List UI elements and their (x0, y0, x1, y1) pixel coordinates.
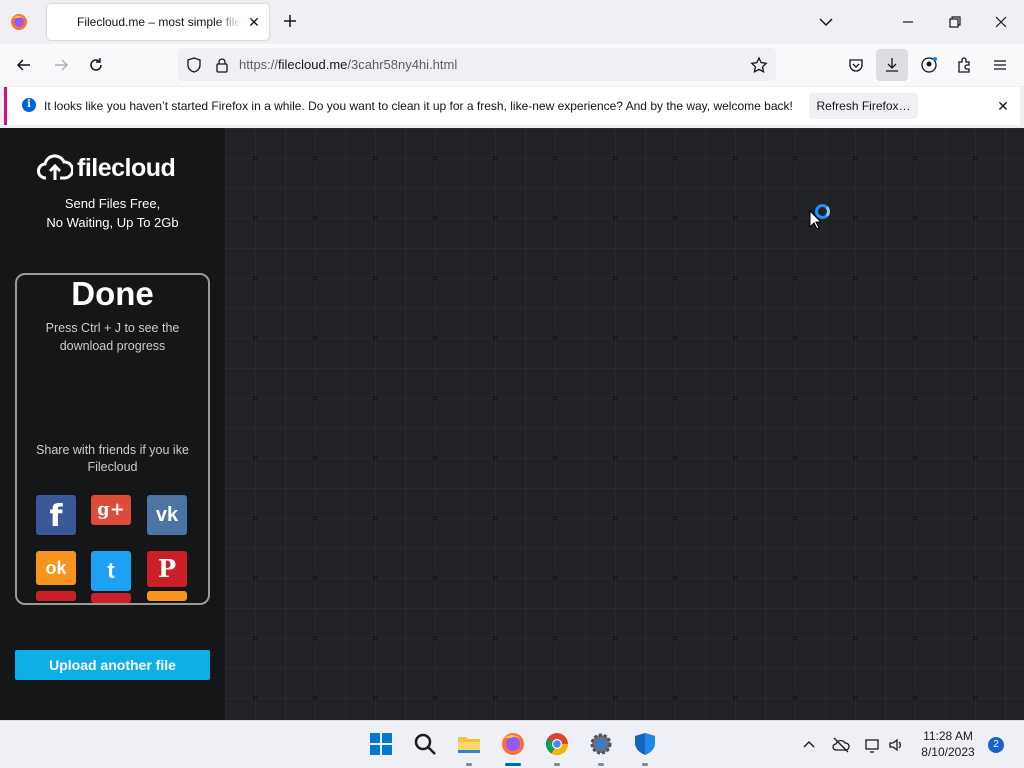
filecloud-logo[interactable]: filecloud (37, 152, 197, 186)
tab-strip: Filecloud.me – most simple file ✕ (0, 0, 1024, 44)
sidebar: filecloud Send Files Free, No Waiting, U… (0, 128, 225, 720)
restore-icon[interactable] (945, 12, 965, 32)
reload-icon[interactable] (86, 55, 106, 75)
refresh-notification: i It looks like you haven’t started Fire… (4, 87, 1020, 125)
vk-share-icon[interactable]: vk (147, 495, 187, 535)
back-icon[interactable] (14, 55, 34, 75)
firefox-taskbar-icon[interactable] (500, 731, 526, 757)
taskbar-indicator (598, 763, 604, 766)
facebook-share-icon[interactable]: f (36, 495, 76, 535)
extra-share-icon[interactable] (91, 593, 131, 603)
tab-title: Filecloud.me – most simple file (77, 15, 241, 29)
settings-gear-icon[interactable] (588, 731, 614, 757)
taskbar-indicator (554, 763, 560, 766)
tagline: Send Files Free, No Waiting, Up To 2Gb (46, 196, 179, 230)
background-pattern (225, 128, 1024, 720)
url-text: https://filecloud.me/3cahr58ny4hi.html (239, 57, 458, 72)
twitter-share-icon[interactable]: t (91, 551, 131, 591)
notification-badge[interactable]: 2 (988, 737, 1004, 753)
hamburger-icon (994, 60, 1006, 70)
extensions-button[interactable] (948, 49, 980, 81)
info-icon: i (22, 98, 36, 112)
extra-share-icon[interactable] (36, 591, 76, 601)
odnoklassniki-share-icon[interactable]: ok (36, 551, 76, 585)
account-icon (921, 57, 937, 73)
extra-share-icon[interactable] (147, 591, 187, 601)
taskbar-indicator (466, 763, 472, 766)
windows-taskbar: 11:28 AM 8/10/2023 2 (0, 720, 1024, 768)
puzzle-icon (958, 57, 970, 73)
tab-close-icon[interactable]: ✕ (245, 13, 263, 31)
pocket-icon (849, 59, 863, 72)
done-title: Done (71, 275, 154, 312)
share-prompt: Share with friends if you ike Filecloud (36, 443, 189, 474)
refresh-firefox-button[interactable]: Refresh Firefox… (809, 93, 918, 119)
onedrive-offline-icon[interactable] (832, 736, 850, 754)
cloud-upload-icon (37, 154, 73, 180)
lock-icon[interactable] (213, 56, 231, 74)
windows-start-icon[interactable] (368, 731, 394, 757)
notification-message: It looks like you haven’t started Firefo… (44, 99, 793, 113)
network-icon[interactable] (864, 736, 882, 754)
forward-icon[interactable] (51, 55, 71, 75)
pinterest-share-icon[interactable]: P (147, 551, 187, 587)
list-all-tabs-icon[interactable] (816, 12, 836, 32)
defender-shield-icon[interactable] (632, 731, 658, 757)
file-explorer-icon[interactable] (456, 731, 482, 757)
search-icon[interactable] (412, 731, 438, 757)
system-clock[interactable]: 11:28 AM 8/10/2023 (916, 728, 980, 760)
close-notification-icon[interactable]: ✕ (994, 97, 1012, 115)
menu-button[interactable] (984, 49, 1016, 81)
pocket-button[interactable] (840, 49, 872, 81)
new-tab-icon[interactable] (280, 11, 300, 31)
firefox-menu-icon[interactable] (10, 13, 28, 31)
mouse-pointer-icon (809, 210, 821, 230)
logo-text: filecloud (77, 154, 176, 182)
upload-another-file-button[interactable]: Upload another file (15, 650, 210, 680)
chrome-icon[interactable] (544, 731, 570, 757)
done-panel: Done Press Ctrl + J to see the download … (15, 273, 210, 605)
web-page: filecloud Send Files Free, No Waiting, U… (0, 128, 1024, 720)
close-window-icon[interactable] (991, 12, 1011, 32)
download-hint: Press Ctrl + J to see the download progr… (45, 321, 180, 353)
bookmark-star-icon[interactable] (750, 56, 768, 74)
url-bar[interactable]: https://filecloud.me/3cahr58ny4hi.html (178, 48, 776, 81)
download-icon (886, 58, 898, 72)
chevron-up-icon[interactable] (800, 736, 818, 754)
taskbar-indicator (642, 763, 648, 766)
shield-icon[interactable] (185, 56, 203, 74)
minimize-icon[interactable] (898, 12, 918, 32)
volume-icon[interactable] (887, 736, 905, 754)
taskbar-active-indicator (505, 763, 521, 766)
google-plus-share-icon[interactable]: g+ (91, 495, 131, 525)
navigation-toolbar: https://filecloud.me/3cahr58ny4hi.html (0, 44, 1024, 86)
account-button[interactable] (913, 49, 945, 81)
downloads-button[interactable] (876, 49, 908, 81)
active-tab[interactable]: Filecloud.me – most simple file ✕ (47, 4, 269, 40)
